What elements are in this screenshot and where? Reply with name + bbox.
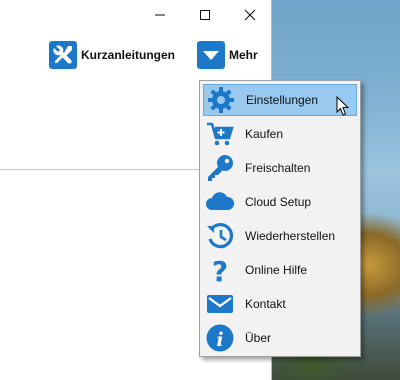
dropdown-arrow-icon <box>197 41 225 69</box>
cloud-icon <box>206 192 235 210</box>
key-icon <box>208 155 233 181</box>
kurzanleitungen-label: Kurzanleitungen <box>81 48 176 62</box>
mehr-dropdown-menu: Einstellungen Kaufen Freischalten Cloud … <box>199 80 361 357</box>
gear-icon <box>208 87 234 113</box>
menu-item-label: Wiederherstellen <box>245 229 336 243</box>
menu-item-label: Kaufen <box>245 127 284 141</box>
kurzanleitungen-button[interactable]: Kurzanleitungen <box>49 40 175 70</box>
menu-item-online-hilfe[interactable]: ? Online Hilfe <box>203 254 357 286</box>
info-icon: i <box>206 324 234 352</box>
cart-icon <box>207 122 234 146</box>
maximize-icon <box>200 10 210 20</box>
menu-item-label: Online Hilfe <box>245 263 308 277</box>
menu-item-label: Freischalten <box>245 161 311 175</box>
menu-item-ueber[interactable]: i Über <box>203 322 357 354</box>
menu-item-cloud-setup[interactable]: Cloud Setup <box>203 186 357 218</box>
menu-item-label: Kontakt <box>245 297 286 311</box>
menu-item-kontakt[interactable]: Kontakt <box>203 288 357 320</box>
mouse-cursor-icon <box>336 96 350 116</box>
menu-item-freischalten[interactable]: Freischalten <box>203 152 357 184</box>
history-icon <box>207 223 233 249</box>
menu-item-einstellungen[interactable]: Einstellungen <box>203 84 357 116</box>
maximize-button[interactable] <box>185 0 225 30</box>
question-icon: ? <box>212 255 228 285</box>
svg-text:i: i <box>216 329 223 351</box>
svg-text:?: ? <box>212 255 228 285</box>
mail-icon <box>207 295 233 313</box>
mehr-label: Mehr <box>229 48 258 62</box>
menu-item-wiederherstellen[interactable]: Wiederherstellen <box>203 220 357 252</box>
mehr-button[interactable]: Mehr <box>197 40 258 70</box>
minimize-icon <box>155 14 165 16</box>
menu-item-label: Einstellungen <box>246 93 319 107</box>
minimize-button[interactable] <box>140 0 180 30</box>
close-icon <box>244 9 256 21</box>
tools-icon <box>49 41 77 69</box>
menu-item-label: Cloud Setup <box>245 195 312 209</box>
content-divider <box>0 169 200 170</box>
menu-item-kaufen[interactable]: Kaufen <box>203 118 357 150</box>
menu-item-label: Über <box>245 331 272 345</box>
close-button[interactable] <box>230 0 270 30</box>
